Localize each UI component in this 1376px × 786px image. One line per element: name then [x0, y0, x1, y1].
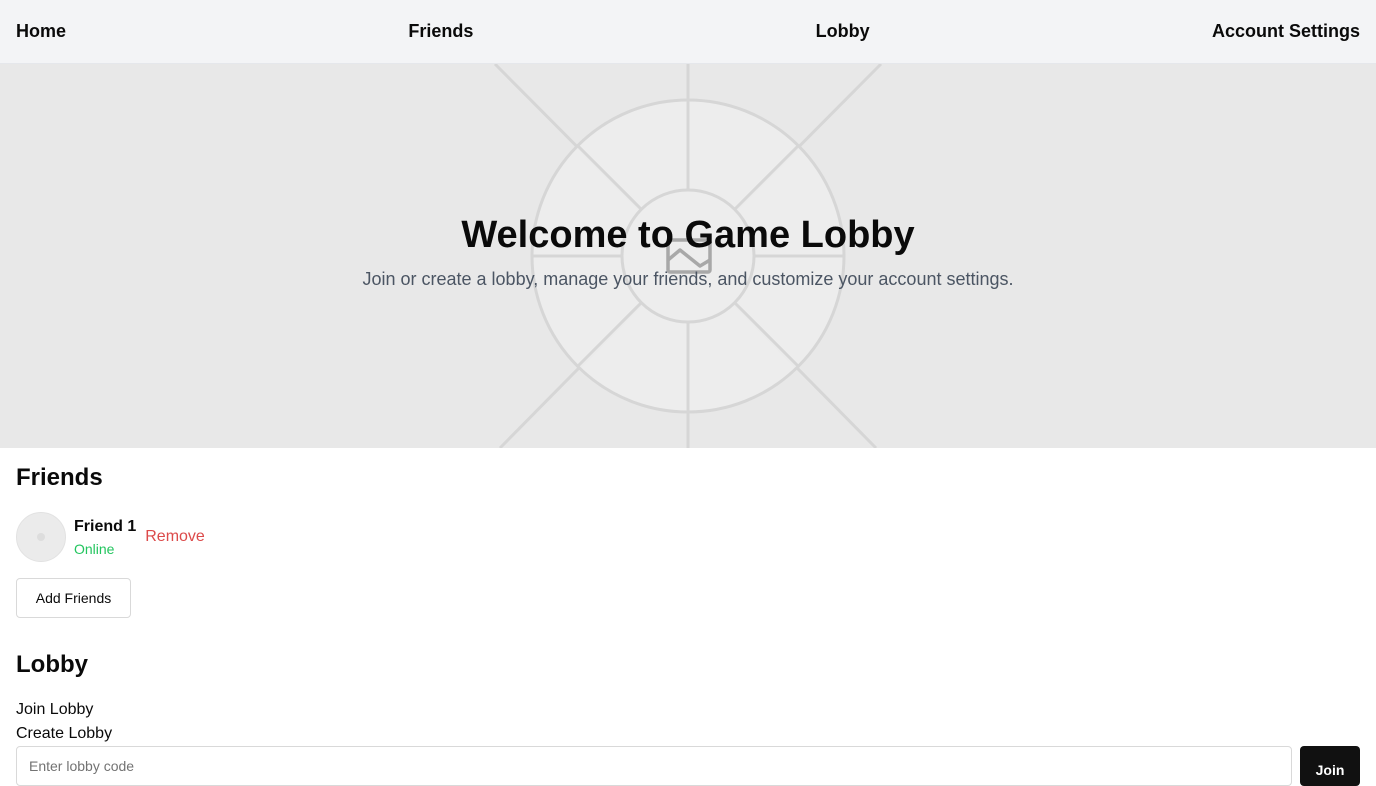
join-button[interactable]: Join: [1300, 746, 1360, 786]
nav-friends[interactable]: Friends: [408, 21, 473, 42]
avatar-placeholder-icon: [37, 533, 45, 541]
nav-lobby[interactable]: Lobby: [816, 21, 870, 42]
add-friends-button[interactable]: Add Friends: [16, 578, 131, 618]
lobby-code-input[interactable]: [16, 746, 1292, 786]
friend-name: Friend 1: [74, 518, 137, 535]
lobby-heading: Lobby: [16, 651, 88, 678]
remove-friend-button[interactable]: Remove: [145, 528, 205, 546]
avatar: [16, 512, 66, 562]
page-subtitle: Join or create a lobby, manage your frie…: [362, 269, 1014, 289]
create-lobby-link[interactable]: Create Lobby: [16, 725, 112, 743]
friends-heading: Friends: [16, 464, 103, 491]
join-lobby-link[interactable]: Join Lobby: [16, 701, 93, 719]
nav-home[interactable]: Home: [16, 21, 66, 42]
nav-account-settings[interactable]: Account Settings: [1212, 21, 1360, 42]
friend-list-item: Friend 1 Online Remove: [16, 512, 205, 562]
friend-status: Online: [74, 541, 115, 557]
top-nav: Home Friends Lobby Account Settings: [0, 0, 1376, 64]
page-title: Welcome to Game Lobby: [461, 214, 915, 256]
friend-info: Friend 1 Online: [74, 515, 136, 559]
hero-banner: Welcome to Game Lobby Join or create a l…: [0, 64, 1376, 448]
